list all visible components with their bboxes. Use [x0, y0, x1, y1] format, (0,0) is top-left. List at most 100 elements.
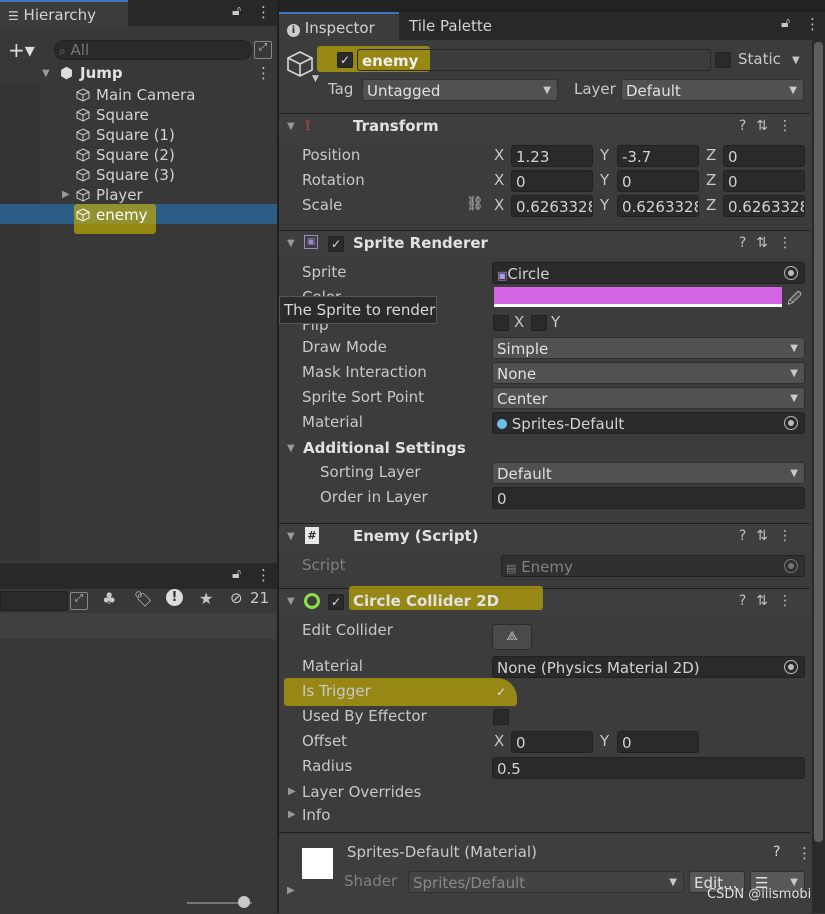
draw-mode-label: Draw Mode: [302, 338, 387, 356]
axis-label: X: [494, 732, 505, 750]
static-dropdown-arrow[interactable]: ▼: [792, 55, 800, 66]
scene-row[interactable]: ▼ ⬢ Jump ⋮: [0, 64, 277, 84]
physics-material-field[interactable]: None (Physics Material 2D): [492, 656, 805, 678]
collapsed-arrow-icon[interactable]: ▶: [287, 885, 295, 896]
draw-mode-dropdown[interactable]: Simple ▼: [492, 337, 805, 359]
object-picker-icon[interactable]: [784, 416, 798, 430]
offset-x-field[interactable]: 0: [511, 731, 593, 753]
flip-x-checkbox[interactable]: [493, 315, 509, 331]
script-file-icon: ▤: [506, 562, 517, 575]
scale-y-field[interactable]: 0.6263328: [617, 195, 699, 217]
rotation-z-field[interactable]: 0: [723, 170, 805, 192]
enemy-script-header[interactable]: ▼ # Enemy (Script) ?⇅⋮: [279, 523, 810, 550]
position-z-field[interactable]: 0: [723, 145, 805, 167]
layer-dropdown[interactable]: Default ▼: [621, 79, 804, 101]
component-header-icons[interactable]: ?⇅⋮: [739, 593, 802, 609]
watermark: CSDN @iiismobi: [707, 887, 812, 902]
fold-arrow-icon[interactable]: ▼: [287, 596, 295, 607]
enabled-checkbox[interactable]: ✓: [328, 594, 344, 610]
transform-header[interactable]: ▼ ⟟ Transform ?⇅⋮: [279, 113, 810, 140]
add-icon[interactable]: +▾: [8, 38, 35, 62]
object-picker-icon[interactable]: [784, 660, 798, 674]
is-trigger-checkbox[interactable]: ✓: [493, 684, 509, 700]
sprite-field[interactable]: ▣Circle: [492, 262, 805, 284]
offset-y-field[interactable]: 0: [617, 731, 699, 753]
more-options-icon[interactable]: ⋮: [797, 844, 812, 862]
lock-icon[interactable]: 🔓︎: [781, 15, 790, 31]
position-y-field[interactable]: -3.7: [617, 145, 699, 167]
edit-collider-button[interactable]: ⟁: [492, 624, 532, 650]
enabled-checkbox[interactable]: ✓: [328, 236, 344, 252]
icon-dropdown-arrow[interactable]: ▼: [312, 74, 319, 84]
info-label[interactable]: Info: [302, 806, 330, 824]
lock-icon[interactable]: 🔓︎: [232, 566, 241, 582]
tag-dropdown[interactable]: Untagged ▼: [362, 79, 558, 101]
scrollbar-thumb[interactable]: [814, 42, 823, 842]
color-swatch[interactable]: [494, 287, 782, 307]
active-checkbox[interactable]: ✓: [337, 52, 353, 68]
fold-arrow-icon[interactable]: ▼: [287, 443, 295, 454]
sort-point-dropdown[interactable]: Center ▼: [492, 387, 805, 409]
search-options-icon[interactable]: ⤢: [70, 592, 88, 610]
axis-label: Y: [600, 196, 610, 214]
tag-icon[interactable]: 🏷︎: [134, 590, 153, 608]
radius-field[interactable]: 0.5: [492, 757, 805, 779]
component-header-icons[interactable]: ?⇅⋮: [739, 118, 802, 134]
material-label: Material: [302, 413, 363, 431]
list-item[interactable]: Square: [76, 105, 149, 125]
order-in-layer-field[interactable]: 0: [492, 487, 805, 509]
collapsed-arrow-icon[interactable]: ▶: [288, 786, 296, 797]
tab-tile-palette[interactable]: Tile Palette: [401, 12, 500, 40]
rotation-x-field[interactable]: 0: [511, 170, 593, 192]
hidden-icon[interactable]: ⊘: [230, 589, 243, 607]
more-options-icon[interactable]: ⋮: [805, 15, 820, 33]
list-item[interactable]: Main Camera: [76, 85, 195, 105]
circle-collider-header[interactable]: ▼ ✓ Circle Collider 2D ?⇅⋮: [279, 586, 810, 615]
hierarchy-search-input[interactable]: ⌕ All: [54, 40, 252, 60]
star-icon[interactable]: ★: [199, 589, 213, 608]
component-header-icons[interactable]: ?⇅⋮: [739, 528, 802, 544]
position-x-field[interactable]: 1.23: [511, 145, 593, 167]
static-checkbox[interactable]: [715, 52, 731, 68]
layer-overrides-label[interactable]: Layer Overrides: [302, 783, 421, 801]
expand-arrow-icon[interactable]: ▼: [42, 68, 50, 79]
project-search-input[interactable]: [0, 591, 68, 611]
warning-icon[interactable]: !: [166, 589, 183, 606]
list-item[interactable]: Square (3): [76, 165, 175, 185]
tab-inspector[interactable]: i Inspector: [279, 12, 399, 42]
flip-y-checkbox[interactable]: [531, 315, 547, 331]
help-icon[interactable]: ?: [773, 844, 780, 860]
object-name-input[interactable]: enemy: [357, 49, 711, 71]
more-options-icon[interactable]: ⋮: [256, 566, 271, 584]
eyedropper-icon[interactable]: 🖉︎: [787, 288, 802, 312]
search-options-icon[interactable]: ⤢: [254, 41, 272, 59]
object-picker-icon[interactable]: [784, 266, 798, 280]
more-options-icon[interactable]: ⋮: [256, 3, 271, 21]
list-item-selected[interactable]: enemy: [76, 205, 147, 225]
filter-type-icon[interactable]: ♣: [102, 589, 116, 608]
fold-arrow-icon[interactable]: ▼: [287, 121, 295, 132]
material-field[interactable]: Sprites-Default: [492, 412, 805, 434]
link-icon[interactable]: ⛓︎: [466, 196, 484, 212]
component-header-icons[interactable]: ?⇅⋮: [739, 235, 802, 251]
scene-menu-icon[interactable]: ⋮: [256, 64, 271, 82]
fold-arrow-icon[interactable]: ▼: [287, 531, 295, 542]
additional-settings-label[interactable]: Additional Settings: [303, 439, 466, 457]
list-item[interactable]: Player: [76, 185, 143, 205]
zoom-slider-handle[interactable]: [238, 896, 250, 908]
scale-z-field[interactable]: 0.6263328: [723, 195, 805, 217]
fold-arrow-icon[interactable]: ▼: [287, 238, 295, 249]
collapsed-arrow-icon[interactable]: ▶: [62, 189, 70, 200]
list-item[interactable]: Square (2): [76, 145, 175, 165]
project-list: [0, 613, 277, 639]
collapsed-arrow-icon[interactable]: ▶: [288, 809, 296, 820]
mask-interaction-dropdown[interactable]: None ▼: [492, 362, 805, 384]
sprite-renderer-header[interactable]: ▼ ▣ ✓ Sprite Renderer ?⇅⋮: [279, 230, 810, 257]
lock-icon[interactable]: 🔓︎: [232, 3, 241, 19]
tab-hierarchy[interactable]: ☰ Hierarchy: [0, 0, 128, 28]
list-item[interactable]: Square (1): [76, 125, 175, 145]
rotation-y-field[interactable]: 0: [617, 170, 699, 192]
sorting-layer-dropdown[interactable]: Default ▼: [492, 462, 805, 484]
scale-x-field[interactable]: 0.6263328: [511, 195, 593, 217]
used-by-effector-checkbox[interactable]: [493, 709, 509, 725]
